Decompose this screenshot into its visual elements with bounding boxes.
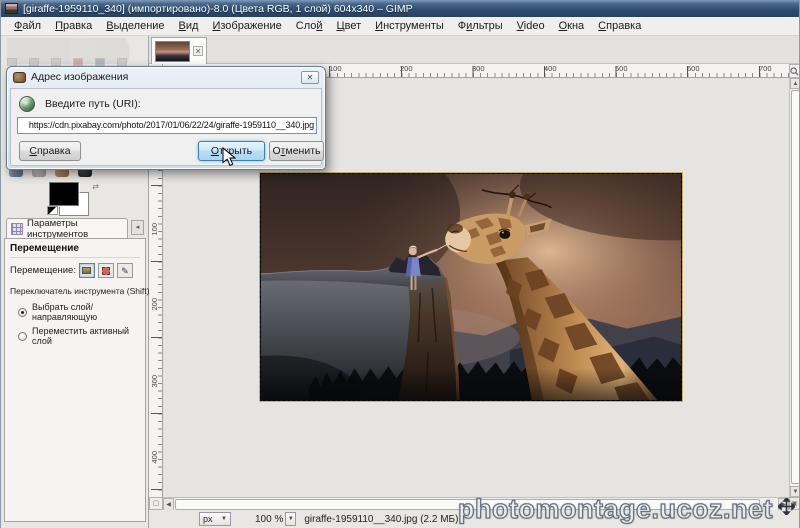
ruler-label: 600 — [687, 64, 700, 73]
vertical-scrollbar[interactable]: ▲ ▼ — [789, 78, 799, 497]
color-swatches: ⇄ — [47, 182, 99, 220]
quick-mask-toggle[interactable]: ▢ — [149, 497, 163, 510]
tool-options-panel: Перемещение Перемещение: ✎ Переключатель… — [4, 238, 150, 522]
ruler-label: 300 — [150, 375, 159, 388]
uri-input[interactable]: https://cdn.pixabay.com/photo/2017/01/06… — [17, 117, 317, 134]
uri-value: https://cdn.pixabay.com/photo/2017/01/06… — [28, 120, 314, 130]
radio-move-active-label: Переместить активный слой — [32, 326, 130, 346]
menu-windows[interactable]: Окна — [552, 18, 592, 34]
tool-icon-faded[interactable] — [29, 58, 39, 66]
menu-view[interactable]: Вид — [172, 18, 206, 34]
canvas-image-giraffe[interactable] — [260, 173, 682, 401]
radio-move-active[interactable] — [18, 331, 27, 341]
default-colors-icon[interactable] — [47, 206, 58, 215]
dialog-body: Введите путь (URI): https://cdn.pixabay.… — [10, 88, 324, 166]
menu-colors[interactable]: Цвет — [330, 18, 369, 34]
ruler-label: 400 — [544, 64, 557, 73]
ruler-label: 200 — [150, 298, 159, 311]
selection-icon — [101, 266, 110, 275]
menu-select[interactable]: Выделение — [99, 18, 171, 34]
app-icon — [5, 3, 18, 14]
window-title: [giraffe-1959110_340] (импортировано)-8.… — [23, 2, 413, 15]
menu-file[interactable]: Файл — [7, 18, 48, 34]
menu-image[interactable]: Изображение — [205, 18, 288, 34]
image-tab[interactable]: ✕ — [151, 37, 207, 64]
wilber-icon — [13, 71, 26, 83]
open-location-dialog: Адрес изображения ✕ Введите путь (URI): … — [6, 66, 326, 170]
ruler-label: 300 — [472, 64, 485, 73]
tool-options-tab-label: Параметры инструментов — [27, 217, 89, 240]
dialog-close-button[interactable]: ✕ — [301, 70, 319, 84]
zoom-dropdown-button[interactable]: ▼ — [285, 512, 297, 526]
tool-icon-faded[interactable] — [117, 58, 127, 66]
cancel-button[interactable]: Отменить — [269, 141, 324, 161]
dialog-title: Адрес изображения — [31, 71, 129, 83]
chevron-down-icon: ▼ — [221, 516, 227, 522]
tool-icon-faded[interactable] — [51, 58, 61, 66]
magnifier-icon — [790, 66, 799, 76]
menu-bar: Файл Правка Выделение Вид Изображение Сл… — [1, 17, 799, 36]
menu-help[interactable]: Справка — [591, 18, 648, 34]
zoom-follow-window-button[interactable] — [789, 64, 799, 78]
menu-video[interactable]: Video — [510, 18, 552, 34]
scroll-up-icon[interactable]: ▲ — [790, 78, 799, 89]
uri-prompt-label: Введите путь (URI): — [45, 98, 141, 110]
radio-pick-layer-label: Выбрать слой/направляющую — [32, 302, 98, 322]
ruler-label: 400 — [150, 451, 159, 464]
foreground-color-swatch[interactable] — [49, 182, 79, 206]
giraffe-photo — [261, 174, 681, 400]
image-tab-thumbnail — [155, 40, 191, 62]
radio-pick-layer[interactable] — [18, 307, 27, 317]
image-tab-strip: ✕ — [149, 36, 799, 64]
vertical-scroll-thumb[interactable] — [791, 90, 799, 484]
help-button[interactable]: Справка — [19, 141, 81, 161]
move-cursor-icon — [778, 498, 795, 515]
path-icon: ✎ — [121, 265, 129, 276]
mouse-cursor-arrow — [222, 147, 236, 167]
window-titlebar[interactable]: [giraffe-1959110_340] (импортировано)-8.… — [1, 0, 799, 17]
menu-tools[interactable]: Инструменты — [368, 18, 451, 34]
tab-close-icon[interactable]: ✕ — [193, 46, 203, 56]
menu-layer[interactable]: Слой — [289, 18, 330, 34]
layer-icon — [82, 267, 92, 274]
move-mode-label: Перемещение: — [10, 265, 76, 276]
ruler-label: 100 — [150, 223, 159, 236]
unit-value: px — [203, 514, 213, 524]
tool-options-icon — [11, 222, 23, 235]
tool-icon-faded[interactable] — [73, 58, 83, 66]
gimp-window: [giraffe-1959110_340] (импортировано)-8.… — [0, 0, 800, 528]
ruler-label: 200 — [400, 64, 413, 73]
active-tool-title: Перемещение — [10, 243, 140, 258]
scroll-down-icon[interactable]: ▼ — [790, 486, 799, 497]
tool-icon-faded[interactable] — [95, 58, 105, 66]
move-path-mode-button[interactable]: ✎ — [116, 263, 133, 278]
dialog-titlebar[interactable]: Адрес изображения ✕ — [7, 67, 325, 87]
move-selection-mode-button[interactable] — [97, 263, 114, 278]
site-watermark: photomontage.ucoz.net — [457, 493, 773, 524]
tool-toggle-label: Переключатель инструмента (Shift) — [10, 286, 150, 296]
menu-edit[interactable]: Правка — [48, 18, 99, 34]
swap-colors-icon[interactable]: ⇄ — [92, 182, 99, 191]
file-info-label: giraffe-1959110__340.jpg (2.2 МБ) — [304, 513, 459, 525]
ruler-label: 100 — [329, 64, 342, 73]
ruler-label: 500 — [615, 64, 628, 73]
dock-menu-button[interactable]: ◂ — [131, 220, 144, 235]
ruler-label: 700 — [759, 64, 772, 73]
tool-options-tab[interactable]: Параметры инструментов — [6, 217, 128, 240]
menu-filters[interactable]: Фильтры — [451, 18, 510, 34]
globe-icon — [19, 96, 35, 112]
move-layer-mode-button[interactable] — [78, 263, 95, 278]
zoom-level-value: 100 % — [255, 513, 284, 525]
tool-icon-faded[interactable] — [7, 58, 17, 66]
unit-dropdown[interactable]: px ▼ — [199, 512, 231, 526]
